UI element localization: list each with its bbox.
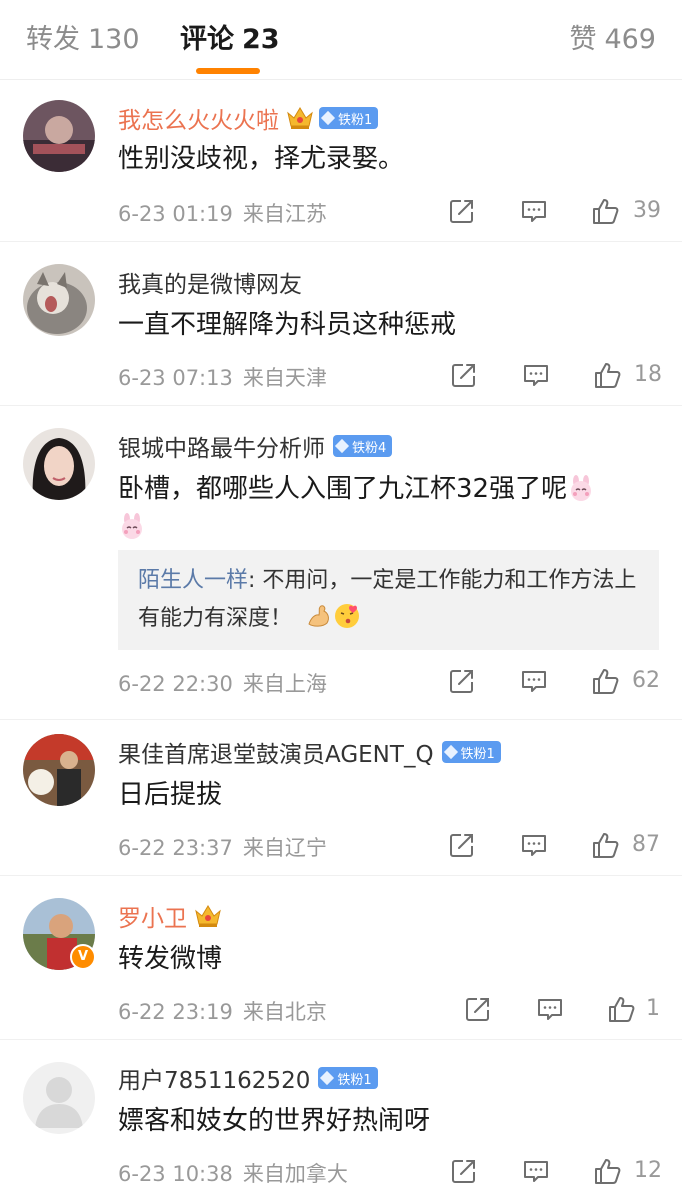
- reply-username[interactable]: 陌生人一样: [138, 568, 248, 593]
- comment-header: 银城中路最牛分析师 铁粉4: [118, 428, 393, 464]
- comment-text: 转发微博: [118, 944, 223, 974]
- fan-badge-label: 铁粉1: [337, 1072, 372, 1088]
- diamond-icon: [334, 438, 350, 454]
- repost-icon[interactable]: [447, 666, 477, 696]
- comment-item: 我怎么火火火啦 铁粉1 性别没歧视，择尤录娶。 6-23 01:19 来自江苏 3…: [0, 80, 682, 242]
- comment-actions: 62: [0, 662, 682, 702]
- repost-icon[interactable]: [449, 360, 479, 390]
- like-count: 12: [634, 1158, 662, 1183]
- username-link[interactable]: 罗小卫: [118, 899, 187, 933]
- tab-repost-count: 130: [88, 24, 140, 55]
- comment-text: 一直不理解降为科员这种惩戒: [118, 310, 457, 340]
- comment-header: 果佳首席退堂鼓演员AGENT_Q 铁粉1: [118, 734, 501, 770]
- repost-icon[interactable]: [449, 1156, 479, 1186]
- fan-badge-label: 铁粉1: [460, 746, 495, 762]
- fan-badge[interactable]: 铁粉4: [333, 435, 393, 457]
- crown-icon: [193, 903, 223, 929]
- tab-comments-count: 23: [242, 24, 280, 55]
- comment-item: 我真的是微博网友 一直不理解降为科员这种惩戒 6-23 07:13 来自天津 18: [0, 242, 682, 406]
- rabbit-emoji-icon: [118, 512, 146, 540]
- like-icon[interactable]: [590, 666, 620, 696]
- comment-header: 我真的是微博网友: [118, 264, 302, 300]
- comment-item: 银城中路最牛分析师 铁粉4 卧槽，都哪些人入围了九江杯32强了呢 陌生人一样: …: [0, 406, 682, 720]
- avatar[interactable]: [23, 264, 95, 336]
- comment-icon[interactable]: [519, 830, 549, 860]
- comment-actions: 18: [0, 356, 682, 396]
- tab-likes-count: 469: [604, 24, 656, 55]
- like-icon[interactable]: [590, 830, 620, 860]
- username-link[interactable]: 我怎么火火火啦: [118, 101, 279, 135]
- like-icon[interactable]: [592, 360, 622, 390]
- comment-text: 日后提拔: [118, 780, 223, 810]
- comment-item: V 罗小卫 转发微博 6-22 23:19 来自北京 1: [0, 876, 682, 1040]
- comment-icon[interactable]: [521, 1156, 551, 1186]
- comment-header: 用户7851162520 铁粉1: [118, 1060, 378, 1096]
- rabbit-emoji-icon: [567, 474, 595, 502]
- comment-actions: 39: [0, 192, 682, 232]
- avatar[interactable]: [23, 100, 95, 172]
- like-icon[interactable]: [590, 196, 620, 226]
- comment-actions: 12: [0, 1152, 682, 1192]
- avatar[interactable]: [23, 428, 95, 500]
- comment-icon[interactable]: [521, 360, 551, 390]
- reply-preview[interactable]: 陌生人一样: 不用问，一定是工作能力和工作方法上有能力有深度！: [118, 550, 659, 650]
- fan-badge[interactable]: 铁粉1: [318, 1067, 378, 1089]
- comment-icon[interactable]: [535, 994, 565, 1024]
- comment-item: 果佳首席退堂鼓演员AGENT_Q 铁粉1 日后提拔 6-22 23:37 来自辽宁…: [0, 720, 682, 876]
- avatar[interactable]: [23, 734, 95, 806]
- crown-icon: [285, 105, 315, 131]
- like-icon[interactable]: [606, 994, 636, 1024]
- verified-badge-icon: V: [70, 944, 96, 970]
- avatar[interactable]: [23, 1062, 95, 1134]
- fan-badge-label: 铁粉4: [352, 440, 387, 456]
- comment-text-body: 卧槽，都哪些人入围了九江杯32强了呢: [118, 474, 568, 504]
- tab-likes[interactable]: 赞 469: [569, 20, 656, 60]
- comment-icon[interactable]: [519, 196, 549, 226]
- repost-icon[interactable]: [447, 830, 477, 860]
- fan-badge[interactable]: 铁粉1: [441, 741, 501, 763]
- comment-actions: 87: [0, 826, 682, 866]
- comment-text: 性别没歧视，择尤录娶。: [118, 144, 405, 174]
- tab-comments-label: 评论: [180, 24, 234, 55]
- comment-text: 嫖客和妓女的世界好热闹呀: [118, 1106, 431, 1136]
- kiss-emoji-icon: [333, 602, 361, 630]
- comment-icon[interactable]: [519, 666, 549, 696]
- comment-text: 卧槽，都哪些人入围了九江杯32强了呢: [118, 470, 658, 546]
- like-count: 18: [634, 362, 662, 387]
- fan-badge[interactable]: 铁粉1: [319, 107, 379, 129]
- username-link[interactable]: 银城中路最牛分析师: [118, 429, 325, 463]
- diamond-icon: [320, 110, 336, 126]
- comment-actions: 1: [0, 990, 682, 1030]
- tab-likes-label: 赞: [569, 24, 597, 55]
- comment-tab-bar: 转发 130 评论 23 赞 469: [0, 0, 682, 80]
- username-link[interactable]: 我真的是微博网友: [118, 265, 302, 299]
- username-link[interactable]: 果佳首席退堂鼓演员AGENT_Q: [118, 735, 434, 769]
- strong-arm-emoji-icon: [305, 602, 333, 630]
- repost-icon[interactable]: [463, 994, 493, 1024]
- tab-comments[interactable]: 评论 23: [180, 20, 280, 60]
- like-count: 87: [632, 832, 660, 857]
- comment-header: 我怎么火火火啦 铁粉1: [118, 100, 379, 136]
- comment-header: 罗小卫: [118, 898, 223, 934]
- like-count: 39: [633, 198, 661, 223]
- like-count: 62: [632, 668, 660, 693]
- diamond-icon: [320, 1070, 335, 1086]
- comment-item: 用户7851162520 铁粉1 嫖客和妓女的世界好热闹呀 6-23 10:38…: [0, 1040, 682, 1200]
- username-link[interactable]: 用户7851162520: [118, 1061, 310, 1095]
- tab-repost[interactable]: 转发 130: [26, 20, 140, 60]
- like-count: 1: [646, 996, 660, 1021]
- fan-badge-label: 铁粉1: [338, 112, 373, 128]
- diamond-icon: [443, 744, 458, 760]
- like-icon[interactable]: [592, 1156, 622, 1186]
- tab-repost-label: 转发: [26, 24, 80, 55]
- active-tab-indicator: [196, 68, 260, 74]
- repost-icon[interactable]: [447, 196, 477, 226]
